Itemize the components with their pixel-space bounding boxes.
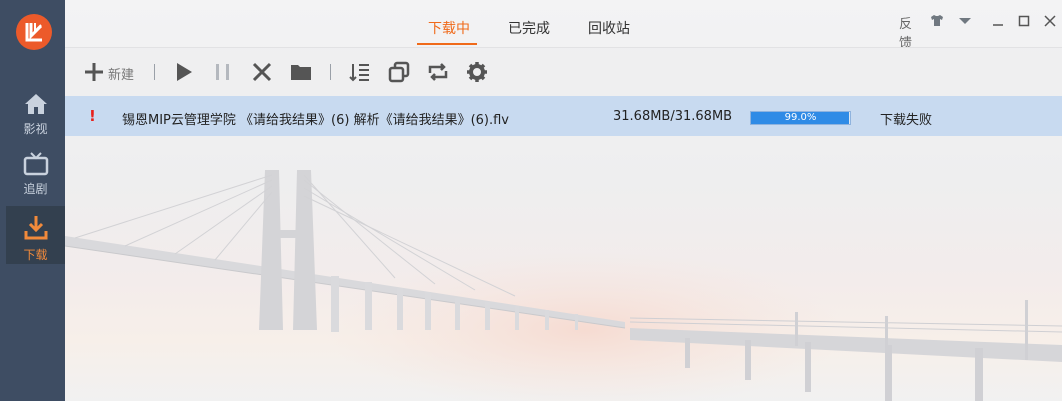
sidebar-item-label: 下载 [23,248,48,262]
main-panel: 下载中 已完成 回收站 反馈 新建 ! 锡恩MIP云管理学院 《请给我结果》(6… [65,0,1062,401]
tab-bar: 下载中 已完成 回收站 反馈 [65,0,1062,51]
toolbar: 新建 [65,47,1062,96]
skin-shirt-icon[interactable] [930,14,944,27]
sidebar-item-download[interactable]: 下载 [6,206,65,264]
progress-percent: 99.0% [784,112,817,123]
delete-icon[interactable] [252,60,272,84]
tab-recycle-bin[interactable]: 回收站 [588,18,630,38]
toolbar-divider [330,64,331,80]
tab-completed[interactable]: 已完成 [508,18,550,38]
add-icon[interactable] [83,60,105,84]
download-row[interactable]: ! 锡恩MIP云管理学院 《请给我结果》(6) 解析《请给我结果》(6).flv… [65,96,1062,136]
sort-list-icon[interactable] [349,60,371,84]
file-size: 31.68MB/31.68MB [613,109,733,124]
maximize-icon[interactable] [1018,15,1030,27]
error-icon: ! [89,107,96,125]
feedback-link[interactable]: 反馈 [899,13,912,51]
download-status: 下载失败 [880,113,933,128]
new-task-button[interactable]: 新建 [108,64,134,83]
minimize-icon[interactable] [992,15,1004,27]
settings-gear-icon[interactable] [466,60,488,84]
close-window-icon[interactable] [1044,15,1056,27]
active-tab-indicator [417,43,477,45]
folder-icon[interactable] [290,60,312,84]
refresh-icon[interactable] [427,60,449,84]
menu-dropdown-icon[interactable] [958,17,972,25]
app-logo [16,14,52,50]
sidebar-item-label: 影视 [23,122,48,136]
toolbar-divider [154,64,155,80]
file-name: 锡恩MIP云管理学院 《请给我结果》(6) 解析《请给我结果》(6).flv [122,113,509,128]
sidebar-item-series[interactable]: 追剧 [6,150,65,208]
progress-bar: 99.0% [750,111,851,125]
tv-icon [23,152,48,176]
sidebar: 影视 追剧 下载 [0,0,65,401]
home-icon [24,94,47,114]
sidebar-item-label: 追剧 [23,182,48,196]
download-icon [24,216,47,240]
logo-icon [25,23,43,42]
play-icon[interactable] [174,60,194,84]
sidebar-item-movies[interactable]: 影视 [6,92,65,150]
copy-icon[interactable] [388,60,410,84]
pause-icon[interactable] [214,60,232,84]
tab-downloading[interactable]: 下载中 [428,18,470,38]
